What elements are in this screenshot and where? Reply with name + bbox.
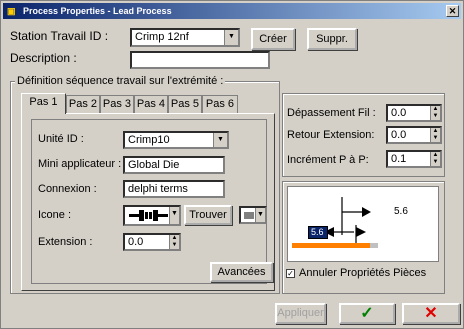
unite-select[interactable]: Crimp10 ▼: [123, 131, 229, 149]
description-input[interactable]: [130, 51, 270, 69]
apply-button[interactable]: Appliquer: [275, 303, 326, 324]
connexion-label: Connexion :: [38, 183, 97, 195]
close-button[interactable]: ✕: [446, 5, 459, 17]
tab-pas-6[interactable]: Pas 6: [202, 95, 238, 113]
extension-input[interactable]: 0.0 ▲ ▼: [123, 233, 181, 251]
title-bar: ▣ Process Properties - Lead Process ✕: [3, 3, 461, 19]
increment-input[interactable]: 0.1 ▲ ▼: [386, 150, 442, 168]
connexion-input[interactable]: delphi terms: [123, 180, 225, 198]
ok-button[interactable]: ✓: [339, 303, 395, 324]
extension-label: Extension :: [38, 236, 93, 248]
definition-group-label: Définition séquence travail sur l'extrém…: [15, 75, 226, 87]
depassement-value: 0.0: [391, 107, 407, 119]
station-select[interactable]: Crimp 12nf ▼: [130, 28, 240, 47]
close-icon: ✕: [448, 6, 457, 16]
extension-spinner[interactable]: ▲ ▼: [169, 235, 179, 249]
terminal-icon: [129, 210, 168, 221]
unite-label: Unité ID :: [38, 133, 84, 145]
check-icon: ✓: [360, 305, 374, 322]
unite-value: Crimp10: [128, 134, 170, 146]
mini-applicateur-label: Mini applicateur :: [38, 158, 122, 170]
trouver-button[interactable]: Trouver: [184, 205, 232, 225]
depassement-label: Dépassement Fil :: [287, 107, 376, 119]
process-properties-window: ▣ Process Properties - Lead Process ✕ St…: [0, 0, 464, 329]
chevron-down-icon[interactable]: ▼: [213, 133, 227, 147]
description-label: Description :: [10, 51, 77, 65]
preview-value-right: 5.6: [394, 206, 408, 217]
retour-value: 0.0: [391, 129, 407, 141]
retour-label: Retour Extension:: [287, 129, 375, 141]
app-icon: ▣: [7, 6, 16, 16]
advanced-button[interactable]: Avancées: [210, 262, 273, 282]
station-value: Crimp 12nf: [135, 31, 189, 43]
dimension-diagram: [292, 197, 378, 248]
station-label: Station Travail ID :: [10, 29, 109, 43]
delete-button[interactable]: Suppr.: [307, 28, 357, 50]
tab-pas-2[interactable]: Pas 2: [66, 95, 100, 113]
extension-value: 0.0: [128, 236, 144, 248]
annuler-label: Annuler Propriétés Pièces: [299, 267, 427, 279]
chevron-down-icon[interactable]: ▼: [169, 207, 179, 224]
retour-input[interactable]: 0.0 ▲ ▼: [386, 126, 442, 144]
preview-canvas: [287, 186, 439, 262]
create-button[interactable]: Créer: [251, 28, 295, 50]
depassement-spinner[interactable]: ▲ ▼: [430, 106, 440, 120]
tab-pas-4[interactable]: Pas 4: [134, 95, 168, 113]
color-select[interactable]: ▼: [239, 206, 267, 224]
annuler-checkbox[interactable]: ✓: [286, 269, 295, 278]
tab-pas-1[interactable]: Pas 1: [21, 93, 66, 114]
retour-spinner[interactable]: ▲ ▼: [430, 128, 440, 142]
cancel-button[interactable]: ✕: [402, 303, 460, 324]
accent-bar: [292, 243, 370, 248]
x-icon: ✕: [424, 305, 438, 322]
tab-pas-5[interactable]: Pas 5: [168, 95, 202, 113]
increment-label: Incrément P à P:: [287, 154, 369, 166]
mini-applicateur-input[interactable]: Global Die: [123, 156, 225, 174]
chevron-down-icon[interactable]: ▼: [255, 208, 265, 222]
chevron-down-icon[interactable]: ▼: [224, 30, 238, 45]
window-title: Process Properties - Lead Process: [23, 6, 172, 16]
icone-label: Icone :: [38, 209, 72, 221]
increment-spinner[interactable]: ▲ ▼: [430, 152, 440, 166]
icone-select[interactable]: ▼: [123, 205, 181, 226]
increment-value: 0.1: [391, 153, 407, 165]
tab-pas-3[interactable]: Pas 3: [100, 95, 134, 113]
depassement-input[interactable]: 0.0 ▲ ▼: [386, 104, 442, 122]
color-swatch: [244, 212, 254, 219]
preview-value-box: 5.6: [308, 226, 328, 239]
